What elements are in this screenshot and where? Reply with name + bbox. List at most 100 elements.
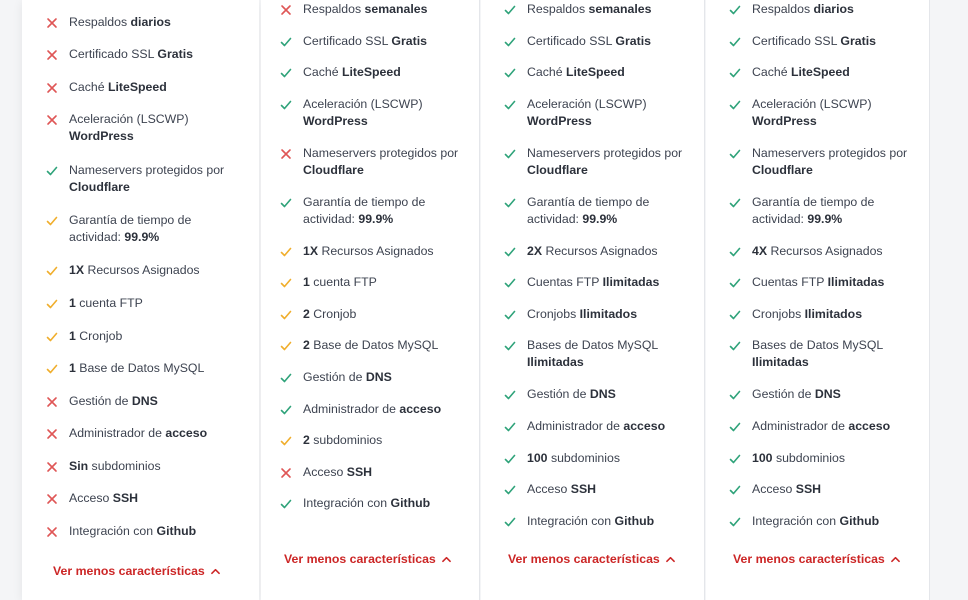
feature-label: Cronjobs Ilimitados xyxy=(527,306,637,323)
feature-label: Nameservers protegidos por Cloudflare xyxy=(69,162,229,196)
feature-label: 2X Recursos Asignados xyxy=(527,243,658,260)
feature-item: Certificado SSL Gratis xyxy=(280,33,463,50)
feature-item: Sin subdominios xyxy=(46,458,229,475)
feature-label: Garantía de tiempo de actividad: 99.9% xyxy=(527,194,687,228)
feature-label-strong: Cloudflare xyxy=(527,163,588,177)
feature-item: Cuentas FTP Ilimitadas xyxy=(729,274,910,291)
feature-label: Administrador de acceso xyxy=(752,418,890,435)
feature-item: Acceso SSH xyxy=(729,481,910,498)
chevron-up-icon xyxy=(890,556,900,562)
feature-label: Caché LiteSpeed xyxy=(69,79,167,96)
feature-label-text: Integración con xyxy=(303,496,391,510)
toggle-features-link[interactable]: Ver menos características xyxy=(733,552,900,566)
check-icon xyxy=(280,499,292,509)
feature-label: Certificado SSL Gratis xyxy=(527,33,651,50)
feature-label-text: Cuentas FTP xyxy=(752,275,828,289)
feature-item: Aceleración (LSCWP) WordPress xyxy=(504,96,687,130)
check-icon xyxy=(280,436,292,446)
feature-label-strong: Ilimitados xyxy=(579,307,638,321)
feature-item: Administrador de acceso xyxy=(504,418,687,435)
check-icon xyxy=(46,364,58,374)
check-icon xyxy=(280,373,292,383)
feature-label: Aceleración (LSCWP) WordPress xyxy=(527,96,687,130)
feature-label-strong: Ilimitadas xyxy=(602,275,660,289)
feature-label-strong: Sin xyxy=(69,459,89,473)
feature-item: Nameservers protegidos por Cloudflare xyxy=(46,162,229,196)
feature-label-strong: 100 xyxy=(527,451,548,465)
feature-label-text: Respaldos xyxy=(303,2,365,16)
toggle-features-link[interactable]: Ver menos características xyxy=(508,552,675,566)
feature-item: 1X Recursos Asignados xyxy=(46,262,229,279)
close-icon xyxy=(47,50,57,60)
feature-item: Administrador de acceso xyxy=(46,425,229,442)
feature-label-strong: 2 xyxy=(303,338,310,352)
feature-label-strong: DNS xyxy=(365,370,392,384)
feature-label-text: Gestión de xyxy=(527,387,590,401)
feature-label-strong: 1 xyxy=(69,296,76,310)
feature-item: Respaldos semanales xyxy=(504,1,687,18)
feature-item: Nameservers protegidos por Cloudflare xyxy=(280,145,463,179)
feature-label: Certificado SSL Gratis xyxy=(69,46,193,63)
feature-label-strong: 99.9% xyxy=(358,212,394,226)
feature-item: Garantía de tiempo de actividad: 99.9% xyxy=(504,194,687,228)
toggle-features-link[interactable]: Ver menos características xyxy=(53,564,220,578)
feature-label-text: Certificado SSL xyxy=(752,34,841,48)
check-icon xyxy=(280,341,292,351)
check-icon xyxy=(504,5,516,15)
plan-card-1: Respaldos diarios Certificado SSL Gratis C… xyxy=(22,0,259,600)
feature-label-strong: 1 xyxy=(69,329,76,343)
feature-label-text: Cronjobs xyxy=(527,307,580,321)
toggle-features-label: Ver menos características xyxy=(53,564,205,578)
feature-item: 1X Recursos Asignados xyxy=(280,243,463,260)
check-icon xyxy=(504,100,516,110)
chevron-up-icon xyxy=(210,568,220,574)
feature-item: Administrador de acceso xyxy=(280,401,463,418)
feature-label-text: Administrador de xyxy=(303,402,400,416)
check-icon xyxy=(46,216,58,226)
feature-label-text: Cronjob xyxy=(75,329,123,343)
toggle-features-link[interactable]: Ver menos características xyxy=(284,552,451,566)
feature-item: Caché LiteSpeed xyxy=(504,64,687,81)
feature-label: Garantía de tiempo de actividad: 99.9% xyxy=(752,194,910,228)
feature-label-strong: 2 xyxy=(303,433,310,447)
feature-item: Nameservers protegidos por Cloudflare xyxy=(504,145,687,179)
feature-label-strong: Github xyxy=(614,514,655,528)
check-icon xyxy=(280,198,292,208)
feature-item: Integración con Github xyxy=(729,513,910,530)
check-icon xyxy=(280,68,292,78)
check-icon xyxy=(46,266,58,276)
feature-item: Certificado SSL Gratis xyxy=(504,33,687,50)
feature-item: Gestión de DNS xyxy=(280,369,463,386)
feature-item: Respaldos diarios xyxy=(46,14,229,31)
feature-item: Administrador de acceso xyxy=(729,418,910,435)
feature-label-strong: Ilimitadas xyxy=(827,275,885,289)
feature-label-text: Nameservers protegidos por xyxy=(69,163,225,177)
feature-item: 1 Base de Datos MySQL xyxy=(46,360,229,377)
check-icon xyxy=(504,68,516,78)
feature-label: Caché LiteSpeed xyxy=(303,64,401,81)
feature-label: Bases de Datos MySQL Ilimitadas xyxy=(527,337,687,371)
feature-label: Aceleración (LSCWP) WordPress xyxy=(752,96,910,130)
feature-item: Aceleración (LSCWP) WordPress xyxy=(280,96,463,130)
feature-label: Respaldos semanales xyxy=(527,1,651,18)
feature-item: Certificado SSL Gratis xyxy=(46,46,229,63)
feature-label-text: cuenta FTP xyxy=(309,275,377,289)
feature-label-text: Nameservers protegidos por xyxy=(752,146,908,160)
close-icon xyxy=(47,18,57,28)
feature-label: Respaldos diarios xyxy=(752,1,854,18)
feature-item: Caché LiteSpeed xyxy=(280,64,463,81)
feature-label-text: subdominios xyxy=(88,459,161,473)
feature-item: Integración con Github xyxy=(46,523,229,540)
feature-item: 100 subdominios xyxy=(729,450,910,467)
feature-label-strong: semanales xyxy=(364,2,428,16)
feature-label-strong: WordPress xyxy=(527,114,592,128)
check-icon xyxy=(504,390,516,400)
feature-label-text: Gestión de xyxy=(69,394,132,408)
check-icon xyxy=(729,37,741,47)
feature-label-strong: Gratis xyxy=(157,47,193,61)
feature-label-strong: SSH xyxy=(346,465,373,479)
feature-label-text: subdominios xyxy=(772,451,845,465)
feature-item: Acceso SSH xyxy=(280,464,463,481)
feature-label: Acceso SSH xyxy=(527,481,596,498)
feature-label-strong: Ilimitados xyxy=(804,307,863,321)
